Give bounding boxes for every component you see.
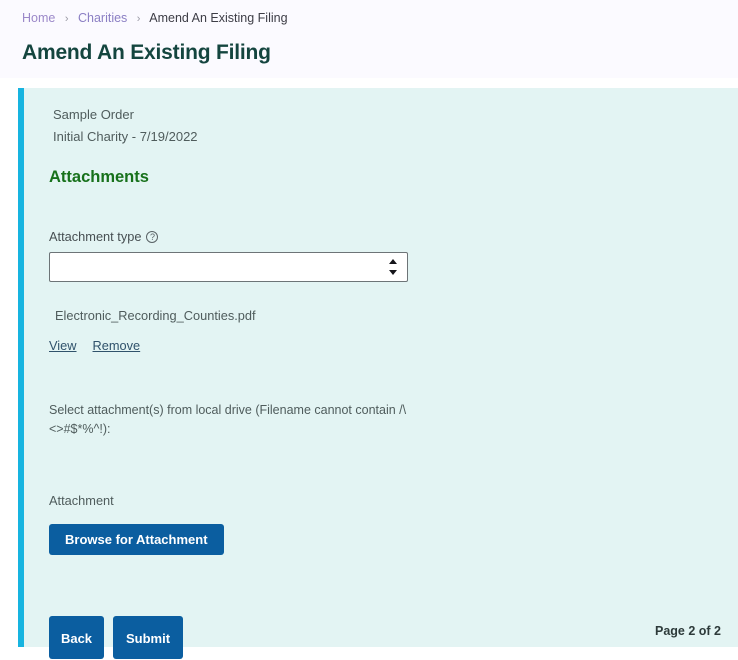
attachment-type-label-text: Attachment type bbox=[49, 229, 142, 244]
page-header: Home › Charities › Amend An Existing Fil… bbox=[0, 0, 738, 78]
breadcrumb-separator-1: › bbox=[64, 13, 69, 25]
page-title: Amend An Existing Filing bbox=[22, 41, 271, 64]
existing-file-name: Electronic_Recording_Counties.pdf bbox=[55, 308, 256, 323]
existing-file-actions: View Remove bbox=[49, 338, 738, 353]
view-file-link[interactable]: View bbox=[49, 338, 77, 353]
upload-instructions: Select attachment(s) from local drive (F… bbox=[49, 403, 407, 436]
order-detail: Initial Charity - 7/19/2022 bbox=[53, 129, 198, 144]
breadcrumb-separator-2: › bbox=[136, 13, 141, 25]
remove-file-link[interactable]: Remove bbox=[93, 338, 141, 353]
page-indicator: Page 2 of 2 bbox=[655, 624, 721, 638]
submit-button[interactable]: Submit bbox=[113, 616, 183, 659]
form-actions: Back Submit bbox=[49, 616, 738, 659]
order-name: Sample Order bbox=[53, 107, 134, 122]
attachments-panel: Sample Order Initial Charity - 7/19/2022… bbox=[18, 88, 738, 659]
back-button[interactable]: Back bbox=[49, 616, 104, 659]
attachment-type-select[interactable] bbox=[50, 253, 407, 281]
breadcrumb-item-charities[interactable]: Charities bbox=[78, 11, 127, 25]
attachment-type-label: Attachment type ? bbox=[49, 229, 738, 244]
section-heading-attachments: Attachments bbox=[49, 168, 149, 186]
help-circle-icon[interactable]: ? bbox=[146, 230, 159, 243]
breadcrumb-item-home[interactable]: Home bbox=[22, 11, 55, 25]
attachment-field-label: Attachment bbox=[49, 493, 114, 508]
breadcrumb: Home › Charities › Amend An Existing Fil… bbox=[0, 0, 738, 27]
breadcrumb-item-current: Amend An Existing Filing bbox=[149, 11, 288, 25]
attachment-type-select-wrapper[interactable] bbox=[49, 252, 408, 282]
browse-for-attachment-button[interactable]: Browse for Attachment bbox=[49, 524, 224, 555]
